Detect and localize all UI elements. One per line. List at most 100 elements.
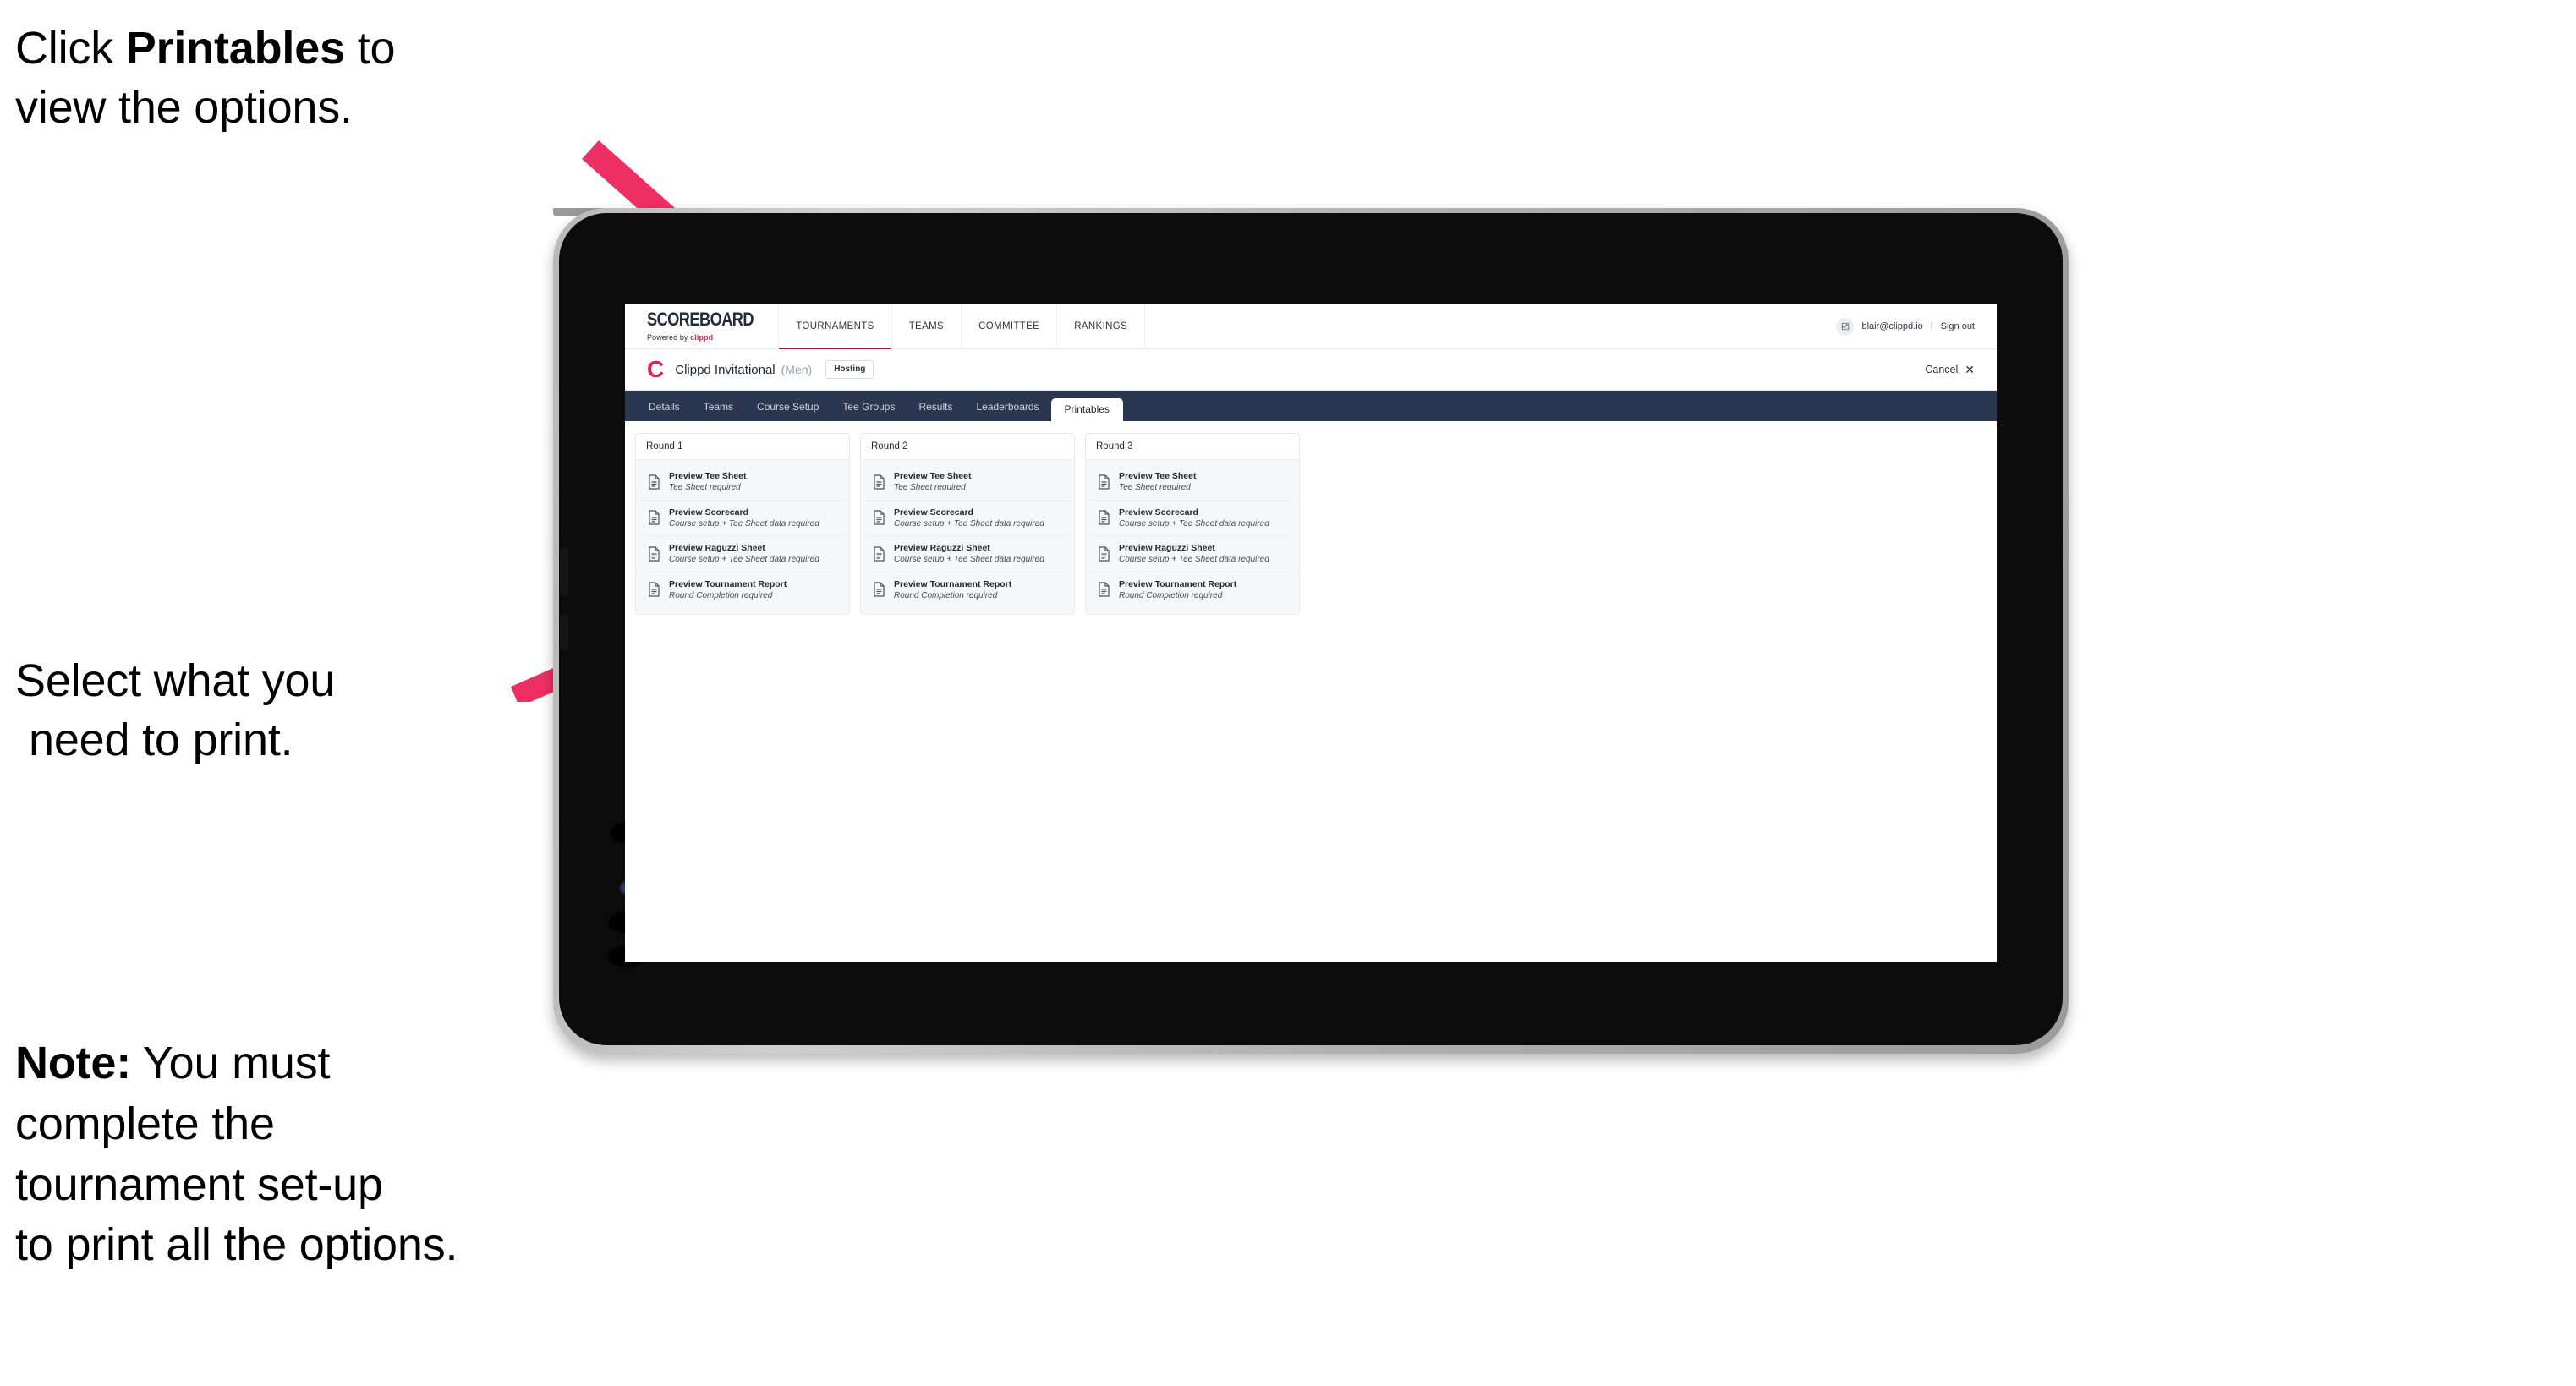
annotation-line-2: view the options.: [15, 82, 353, 134]
printable-item-subtitle: Tee Sheet required: [1119, 483, 1191, 493]
annotation-note-label: Note:: [15, 1038, 131, 1088]
status-badge-hosting: Hosting: [825, 360, 874, 379]
annotation-note-line-3: tournament set-up: [15, 1159, 383, 1210]
printable-item-subtitle: Tee Sheet required: [894, 483, 966, 493]
annotation-click-printables: Click Printables to view the options.: [15, 19, 573, 137]
printable-item-title: Preview Raguzzi Sheet: [669, 543, 765, 554]
annotation-note-line-1: Note: You must: [15, 1038, 331, 1088]
printable-item-subtitle: Course setup + Tee Sheet data required: [1119, 555, 1269, 565]
annotation-line-1: Click Printables to: [15, 23, 396, 74]
printable-item-text: Preview Tee Sheet Tee Sheet required: [669, 471, 746, 493]
printable-item-tournament-report[interactable]: Preview Tournament Report Round Completi…: [1091, 572, 1294, 608]
document-icon: [873, 546, 885, 562]
round-items-list: Preview Tee Sheet Tee Sheet required Pre…: [1086, 460, 1299, 615]
volume-button[interactable]: [560, 614, 568, 651]
annotation-select-print: Select what you need to print.: [15, 651, 573, 770]
printable-item-subtitle: Round Completion required: [669, 590, 773, 600]
printable-item-title: Preview Tee Sheet: [1119, 471, 1197, 481]
printable-item-subtitle: Tee Sheet required: [669, 483, 741, 493]
document-icon: [648, 546, 660, 562]
round-title: Round 1: [636, 434, 849, 460]
printable-item-text: Preview Raguzzi Sheet Course setup + Tee…: [669, 543, 819, 565]
tab-teams[interactable]: Teams: [692, 396, 745, 418]
nav-item-tournaments-label: TOURNAMENTS: [796, 321, 874, 331]
printable-item-text: Preview Tee Sheet Tee Sheet required: [1119, 471, 1196, 493]
account-separator: |: [1930, 321, 1933, 331]
tournament-title-bar: C Clippd Invitational (Men) Hosting Canc…: [625, 349, 1997, 391]
nav-item-committee[interactable]: COMMITTEE: [962, 304, 1058, 348]
printable-item-title: Preview Tee Sheet: [894, 471, 972, 481]
document-icon: [873, 582, 885, 598]
tab-printables[interactable]: Printables: [1050, 398, 1123, 421]
round-column: Round 3 Preview Tee Sheet Tee Sheet requ…: [1085, 433, 1300, 616]
printable-item-scorecard[interactable]: Preview Scorecard Course setup + Tee She…: [641, 500, 844, 537]
printable-item-title: Preview Tee Sheet: [669, 471, 747, 481]
printable-item-raguzzi-sheet[interactable]: Preview Raguzzi Sheet Course setup + Tee…: [1091, 536, 1294, 572]
power-button[interactable]: [560, 546, 568, 597]
tournament-name: Clippd Invitational: [675, 362, 776, 377]
printable-item-scorecard[interactable]: Preview Scorecard Course setup + Tee She…: [866, 500, 1069, 537]
annotation-note-line-4: to print all the options.: [15, 1219, 458, 1271]
clippd-logo-icon: C: [647, 356, 664, 382]
printable-item-scorecard[interactable]: Preview Scorecard Course setup + Tee She…: [1091, 500, 1294, 537]
printable-item-text: Preview Raguzzi Sheet Course setup + Tee…: [894, 543, 1044, 565]
tab-results[interactable]: Results: [907, 396, 964, 418]
printable-item-title: Preview Tournament Report: [669, 578, 787, 589]
nav-item-teams[interactable]: TEAMS: [892, 304, 962, 348]
tab-details[interactable]: Details: [637, 396, 692, 418]
account-email: blair@clippd.io: [1861, 321, 1923, 331]
round-title: Round 2: [861, 434, 1074, 460]
brand-tagline: Powered by clippd: [647, 332, 714, 342]
document-icon: [1098, 582, 1110, 598]
annotation-line-2: need to print.: [29, 715, 293, 766]
printable-item-subtitle: Course setup + Tee Sheet data required: [669, 555, 819, 565]
printable-item-title: Preview Tournament Report: [894, 578, 1012, 589]
tab-leaderboards[interactable]: Leaderboards: [964, 396, 1050, 418]
annotation-emphasis-printables: Printables: [125, 23, 345, 74]
round-column: Round 2 Preview Tee Sheet Tee Sheet requ…: [860, 433, 1075, 616]
tab-course-setup[interactable]: Course Setup: [745, 396, 830, 418]
printables-rounds-grid: Round 1 Preview Tee Sheet Tee Sheet requ…: [625, 421, 1997, 616]
tournament-gender: (Men): [781, 363, 813, 376]
nav-item-rankings-label: RANKINGS: [1074, 321, 1128, 331]
printable-item-subtitle: Course setup + Tee Sheet data required: [1119, 518, 1269, 529]
printable-item-tournament-report[interactable]: Preview Tournament Report Round Completi…: [866, 572, 1069, 608]
tab-tee-groups[interactable]: Tee Groups: [830, 396, 907, 418]
document-icon: [873, 510, 885, 525]
printable-item-title: Preview Raguzzi Sheet: [1119, 543, 1215, 554]
nav-item-teams-label: TEAMS: [908, 321, 945, 331]
printable-item-text: Preview Tournament Report Round Completi…: [894, 579, 1011, 601]
document-icon: [873, 474, 885, 490]
printable-item-tee-sheet[interactable]: Preview Tee Sheet Tee Sheet required: [1091, 464, 1294, 501]
brand-wordmark: SCOREBOARD: [647, 309, 754, 331]
cancel-button-label: Cancel: [1925, 364, 1959, 375]
round-items-list: Preview Tee Sheet Tee Sheet required Pre…: [636, 460, 849, 615]
printable-item-title: Preview Scorecard: [1119, 507, 1198, 518]
printable-item-tee-sheet[interactable]: Preview Tee Sheet Tee Sheet required: [641, 464, 844, 501]
document-icon: [1098, 510, 1110, 525]
cancel-button[interactable]: Cancel ✕: [1925, 364, 1975, 375]
document-icon: [648, 510, 660, 525]
printable-item-subtitle: Course setup + Tee Sheet data required: [894, 518, 1044, 529]
nav-item-rankings[interactable]: RANKINGS: [1057, 304, 1146, 348]
printable-item-text: Preview Raguzzi Sheet Course setup + Tee…: [1119, 543, 1269, 565]
printable-item-title: Preview Scorecard: [669, 507, 748, 518]
printable-item-raguzzi-sheet[interactable]: Preview Raguzzi Sheet Course setup + Tee…: [866, 536, 1069, 572]
round-items-list: Preview Tee Sheet Tee Sheet required Pre…: [861, 460, 1074, 615]
printable-item-raguzzi-sheet[interactable]: Preview Raguzzi Sheet Course setup + Tee…: [641, 536, 844, 572]
sign-out-link[interactable]: Sign out: [1941, 321, 1975, 331]
printable-item-title: Preview Scorecard: [894, 507, 973, 518]
printable-item-tee-sheet[interactable]: Preview Tee Sheet Tee Sheet required: [866, 464, 1069, 501]
tablet-device: SCOREBOARD Powered by clippd TOURNAMENTS…: [553, 208, 2069, 1054]
brand-logo[interactable]: SCOREBOARD Powered by clippd: [625, 304, 780, 348]
printable-item-tournament-report[interactable]: Preview Tournament Report Round Completi…: [641, 572, 844, 608]
round-title: Round 3: [1086, 434, 1299, 460]
document-icon: [648, 474, 660, 490]
nav-item-tournaments[interactable]: TOURNAMENTS: [779, 304, 892, 349]
user-avatar-icon[interactable]: [1836, 317, 1855, 336]
global-navigation-bar: SCOREBOARD Powered by clippd TOURNAMENTS…: [625, 304, 1997, 349]
close-icon: ✕: [1965, 363, 1975, 376]
section-tab-bar: Details Teams Course Setup Tee Groups Re…: [625, 391, 1997, 421]
browser-viewport: SCOREBOARD Powered by clippd TOURNAMENTS…: [625, 304, 1997, 962]
